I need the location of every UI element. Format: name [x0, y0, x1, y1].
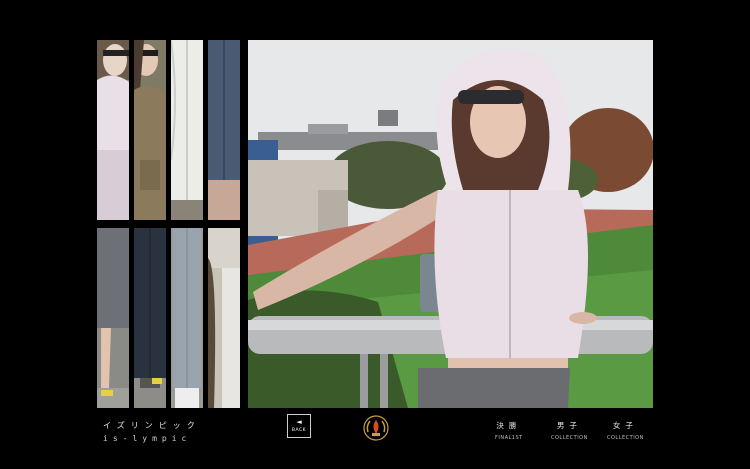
nav-men-jp: 男子: [556, 421, 582, 430]
nav-women-jp: 女子: [612, 421, 638, 430]
nav-men-collection[interactable]: 男子 COLLECTION: [551, 420, 588, 441]
thumbnail-1[interactable]: [97, 40, 129, 220]
nav-men-en: COLLECTION: [551, 435, 588, 441]
thumbnail-8[interactable]: [208, 228, 240, 408]
back-button-label: BACK: [291, 428, 307, 433]
nav-final[interactable]: 決勝 FINAL1ST: [495, 420, 523, 441]
thumbnail-3[interactable]: [171, 40, 203, 220]
thumbnail-4[interactable]: [208, 40, 240, 220]
thumbnail-7[interactable]: [171, 228, 203, 408]
nav-women-en: COLLECTION: [607, 435, 644, 441]
nav-final-en: FINAL1ST: [495, 435, 523, 441]
thumbnail-6[interactable]: [134, 228, 166, 408]
thumbnail-grid: [97, 40, 242, 408]
nav-final-jp: 決勝: [496, 421, 522, 430]
brand-title-en: is-lympic: [103, 434, 192, 443]
thumbnail-2[interactable]: [134, 40, 166, 220]
laurel-flame-emblem-icon: [362, 414, 390, 442]
hero-photo: [248, 40, 653, 408]
nav-women-collection[interactable]: 女子 COLLECTION: [607, 420, 644, 441]
thumbnail-5[interactable]: [97, 228, 129, 408]
back-button[interactable]: ◄ BACK: [287, 414, 311, 438]
brand-logo: イズリンピック is-lympic: [103, 420, 201, 443]
brand-title-jp: イズリンピック: [103, 421, 201, 430]
back-arrow-icon: ◄: [296, 418, 302, 426]
